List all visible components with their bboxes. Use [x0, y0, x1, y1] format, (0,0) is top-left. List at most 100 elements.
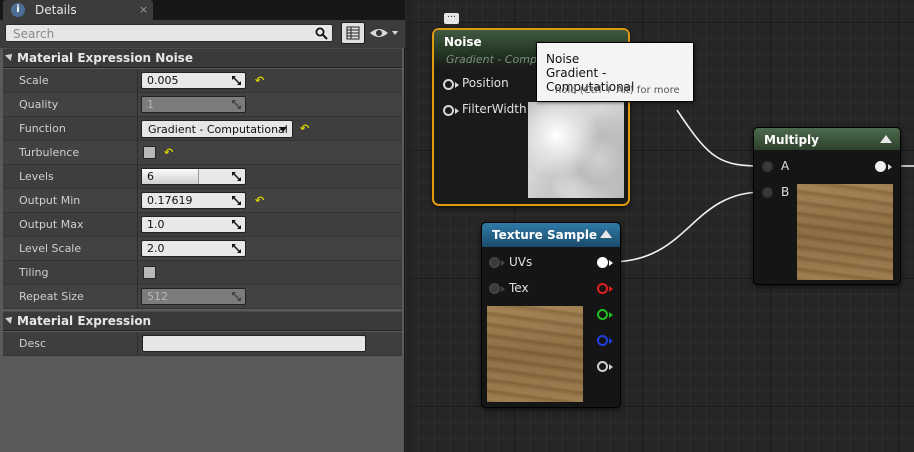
- output-pin-rgb[interactable]: [597, 257, 608, 268]
- texture-sample-node[interactable]: Texture Sample UVs Tex: [481, 222, 621, 408]
- property-label: Output Min: [19, 194, 81, 207]
- turbulence-checkbox[interactable]: [143, 146, 156, 159]
- property-label: Desc: [19, 337, 47, 350]
- expand-arrow-icon[interactable]: [5, 314, 15, 324]
- pin-arrow-icon: [609, 364, 613, 370]
- details-tab[interactable]: i Details ×: [3, 0, 153, 20]
- eye-icon: [370, 29, 398, 37]
- pin-uvs-label: UVs: [509, 255, 533, 269]
- output-pin-a[interactable]: [597, 361, 608, 372]
- column-splitter[interactable]: [137, 93, 138, 117]
- tooltip-hint: hold (Ctrl + Alt) for more: [555, 85, 680, 96]
- comment-bubble-button[interactable]: ...: [444, 11, 459, 24]
- property-row-desc: Desc: [3, 332, 402, 356]
- output-min-value: 0.17619: [147, 194, 193, 207]
- property-matrix-button[interactable]: [341, 22, 365, 44]
- column-splitter[interactable]: [137, 141, 138, 165]
- multiply-output-pin[interactable]: [875, 161, 886, 172]
- property-label: Tiling: [19, 266, 49, 279]
- scale-input[interactable]: 0.005: [141, 72, 246, 89]
- function-dropdown[interactable]: Gradient - Computational: [141, 120, 293, 138]
- details-toolbar: Search: [0, 20, 405, 48]
- drag-handle-icon: [232, 220, 241, 229]
- property-label: Levels: [19, 170, 54, 183]
- property-label: Quality: [19, 98, 59, 111]
- details-tab-label: Details: [35, 3, 77, 17]
- node-tooltip: Noise Gradient - Computational hold (Ctr…: [536, 42, 694, 102]
- pin-arrow-icon: [501, 260, 505, 266]
- pin-arrow-icon: [609, 312, 613, 318]
- tiling-checkbox[interactable]: [143, 266, 156, 279]
- property-label: Level Scale: [19, 242, 82, 255]
- repeat-size-input: 512: [141, 288, 246, 305]
- drag-handle-icon: [232, 100, 241, 109]
- pin-arrow-icon: [609, 286, 613, 292]
- output-pin-b[interactable]: [597, 335, 608, 346]
- property-row-level-scale: Level Scale 2.0: [3, 237, 402, 261]
- output-pin-g[interactable]: [597, 309, 608, 320]
- pin-a-label: A: [781, 159, 790, 173]
- column-splitter[interactable]: [137, 189, 138, 213]
- pin-arrow-icon: [501, 286, 505, 292]
- collapse-arrow-icon[interactable]: [880, 135, 892, 143]
- noise-node-title: Noise: [444, 35, 482, 49]
- reset-to-default-icon[interactable]: ↶: [255, 74, 264, 87]
- expand-arrow-icon[interactable]: [5, 51, 15, 61]
- column-splitter[interactable]: [137, 69, 138, 93]
- property-label: Function: [19, 122, 66, 135]
- level-scale-value: 2.0: [147, 242, 165, 255]
- multiply-node-title: Multiply: [764, 133, 819, 147]
- collapse-arrow-icon[interactable]: [600, 230, 612, 238]
- column-splitter[interactable]: [137, 117, 138, 141]
- property-row-repeat-size: Repeat Size 512: [3, 285, 402, 309]
- column-splitter[interactable]: [137, 332, 138, 356]
- output-min-input[interactable]: 0.17619: [141, 192, 246, 209]
- quality-value: 1: [147, 98, 154, 111]
- pin-position[interactable]: [443, 79, 454, 90]
- pin-arrow-icon: [609, 338, 613, 344]
- pin-uvs[interactable]: [489, 257, 500, 268]
- level-scale-input[interactable]: 2.0: [141, 240, 246, 257]
- drag-handle-icon: [232, 292, 241, 301]
- column-splitter[interactable]: [137, 237, 138, 261]
- property-row-scale: Scale 0.005 ↶: [3, 69, 402, 93]
- table-icon: [346, 26, 360, 40]
- close-tab-icon[interactable]: ×: [139, 3, 148, 16]
- column-splitter[interactable]: [137, 165, 138, 189]
- section-header[interactable]: Material Expression Noise: [3, 48, 402, 68]
- property-row-function: Function Gradient - Computational ↶: [3, 117, 402, 141]
- pin-tex[interactable]: [489, 283, 500, 294]
- property-row-turbulence: Turbulence ↶: [3, 141, 402, 165]
- multiply-node[interactable]: Multiply A B: [753, 127, 901, 285]
- view-options-button[interactable]: [369, 24, 401, 42]
- scale-value: 0.005: [147, 74, 179, 87]
- tab-bar: i Details ×: [0, 0, 405, 20]
- output-pin-r[interactable]: [597, 283, 608, 294]
- property-label: Turbulence: [19, 146, 80, 159]
- column-splitter[interactable]: [137, 285, 138, 309]
- pin-a[interactable]: [762, 161, 773, 172]
- reset-to-default-icon[interactable]: ↶: [255, 194, 264, 207]
- search-placeholder: Search: [13, 27, 55, 41]
- pin-b[interactable]: [762, 187, 773, 198]
- chevron-down-icon: [279, 127, 287, 132]
- pin-filterwidth[interactable]: [443, 105, 454, 116]
- reset-to-default-icon[interactable]: ↶: [300, 122, 309, 135]
- output-max-value: 1.0: [147, 218, 165, 231]
- pin-position-label: Position: [462, 76, 509, 90]
- levels-input[interactable]: 6: [141, 168, 246, 185]
- search-icon[interactable]: [315, 27, 328, 40]
- property-label: Output Max: [19, 218, 84, 231]
- column-splitter[interactable]: [137, 261, 138, 285]
- texture-node-header: Texture Sample: [482, 223, 620, 247]
- levels-value: 6: [147, 170, 154, 183]
- reset-to-default-icon[interactable]: ↶: [164, 146, 173, 159]
- section-header[interactable]: Material Expression: [3, 311, 402, 331]
- drag-handle-icon: [232, 172, 241, 181]
- search-input[interactable]: Search: [5, 24, 333, 42]
- pin-b-label: B: [781, 185, 790, 199]
- multiply-node-header: Multiply: [754, 128, 900, 150]
- desc-text-field[interactable]: [142, 335, 366, 352]
- output-max-input[interactable]: 1.0: [141, 216, 246, 233]
- column-splitter[interactable]: [137, 213, 138, 237]
